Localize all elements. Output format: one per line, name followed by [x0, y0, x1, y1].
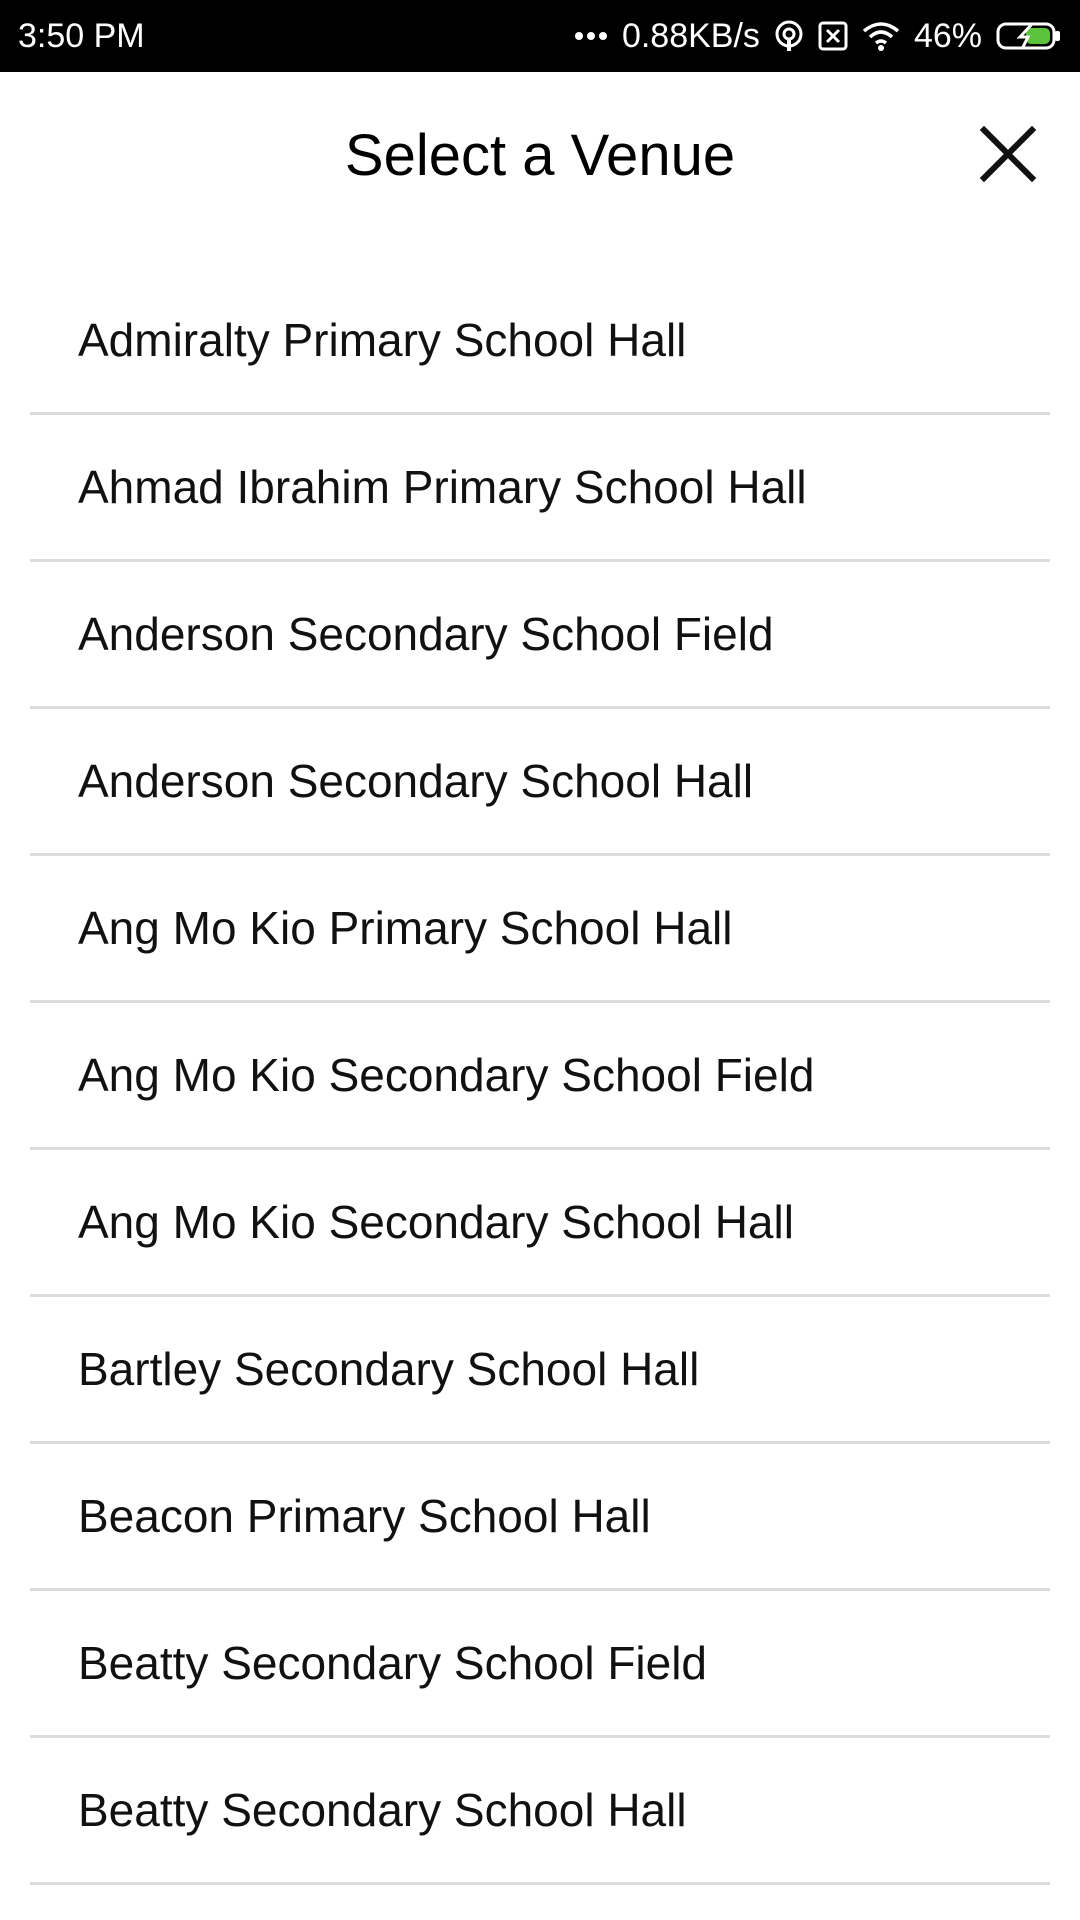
- battery-level: 46%: [913, 16, 982, 55]
- network-speed: 0.88KB/s: [621, 16, 760, 55]
- dots-icon: [574, 31, 608, 41]
- venue-name: Anderson Secondary School Field: [78, 608, 774, 660]
- venue-name: Beacon Primary School Hall: [78, 1490, 651, 1542]
- venue-name: Beatty Secondary School Field: [78, 1637, 708, 1689]
- close-icon: [980, 126, 1036, 182]
- venue-list-item[interactable]: Ang Mo Kio Primary School Hall: [30, 856, 1050, 1003]
- hotspot-icon: [774, 20, 804, 52]
- venue-name: Beatty Secondary School Hall: [78, 1784, 687, 1836]
- venue-name: Ang Mo Kio Primary School Hall: [78, 902, 733, 954]
- venue-list-item[interactable]: Beacon Primary School Hall: [30, 1444, 1050, 1591]
- venue-list-item[interactable]: Ang Mo Kio Secondary School Field: [30, 1003, 1050, 1150]
- venue-list-item[interactable]: Bartley Secondary School Hall: [30, 1297, 1050, 1444]
- close-button[interactable]: [976, 122, 1040, 186]
- venue-name: Ahmad Ibrahim Primary School Hall: [78, 461, 807, 513]
- wifi-icon: [862, 21, 900, 51]
- venue-list-item[interactable]: Beatty Secondary School Field: [30, 1591, 1050, 1738]
- page-title: Select a Venue: [344, 123, 736, 188]
- venue-list-item[interactable]: Beatty Secondary School Hall: [30, 1738, 1050, 1885]
- venue-list-item[interactable]: Admiralty Primary School Hall: [30, 268, 1050, 415]
- sim-off-icon: [818, 21, 848, 51]
- status-icons: 0.88KB/s 46%: [574, 17, 1062, 56]
- venue-list-item[interactable]: Anderson Secondary School Field: [30, 562, 1050, 709]
- venue-name: Ang Mo Kio Secondary School Hall: [78, 1196, 794, 1248]
- venue-name: Ang Mo Kio Secondary School Field: [78, 1049, 815, 1101]
- venue-list-item[interactable]: Ang Mo Kio Secondary School Hall: [30, 1150, 1050, 1297]
- venue-name: Anderson Secondary School Hall: [78, 755, 754, 807]
- status-bar: 3:50 PM 0.88KB/s 46%: [0, 0, 1080, 72]
- venue-list: Admiralty Primary School Hall Ahmad Ibrah…: [30, 268, 1050, 1885]
- venue-list-item[interactable]: Anderson Secondary School Hall: [30, 709, 1050, 856]
- venue-list-item[interactable]: Ahmad Ibrahim Primary School Hall: [30, 415, 1050, 562]
- venue-name: Bartley Secondary School Hall: [78, 1343, 700, 1395]
- header: Select a Venue: [0, 72, 1080, 244]
- venue-name: Admiralty Primary School Hall: [78, 314, 687, 366]
- status-time: 3:50 PM: [18, 16, 145, 55]
- battery-charging-icon: [996, 21, 1062, 51]
